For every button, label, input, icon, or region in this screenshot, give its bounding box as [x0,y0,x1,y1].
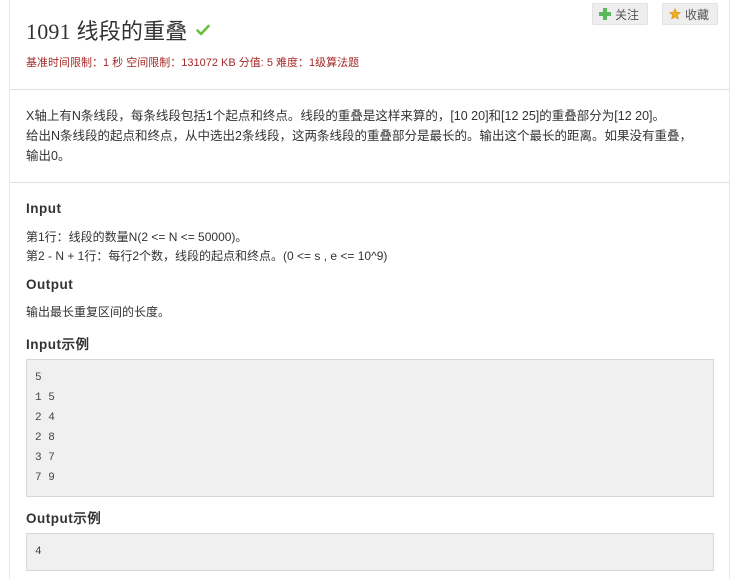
description-line: 给出N条线段的起点和终点，从中选出2条线段，这两条线段的重叠部分是最长的。输出这… [26,129,692,143]
input-heading: Input [26,201,62,216]
description-line: 输出0。 [26,149,71,163]
output-heading: Output [26,277,74,292]
input-line: 第1行：线段的数量N(2 <= N <= 50000)。 [26,230,248,244]
output-text: 输出最长重复区间的长度。 [26,305,171,319]
divider [10,89,729,90]
input-line: 第2 - N + 1行：每行2个数，线段的起点和终点。(0 <= s , e <… [26,249,388,263]
output-example-box: 4 [26,533,714,571]
example-line: 5 [35,372,42,384]
divider [10,182,729,183]
problem-header: 1091 线段的重叠 [26,14,728,46]
input-example-box: 5 1 5 2 4 2 8 3 7 7 9 [26,359,714,497]
example-line: 3 7 [35,452,55,464]
problem-meta: 基准时间限制：1 秒 空间限制：131072 KB 分值: 5 难度：1级算法题 [26,57,360,69]
description-line: X轴上有N条线段，每条线段包括1个起点和终点。线段的重叠是这样来算的，[10 2… [26,109,665,123]
check-icon [195,23,210,37]
example-line: 7 9 [35,472,55,484]
input-example-heading: Input示例 [26,337,90,352]
example-line: 2 8 [35,432,55,444]
example-line: 1 5 [35,392,55,404]
example-line: 4 [35,546,42,558]
output-example-heading: Output示例 [26,511,102,526]
problem-description: X轴上有N条线段，每条线段包括1个起点和终点。线段的重叠是这样来算的，[10 2… [26,106,716,166]
problem-title: 1091 线段的重叠 [26,19,188,44]
example-line: 2 4 [35,412,55,424]
